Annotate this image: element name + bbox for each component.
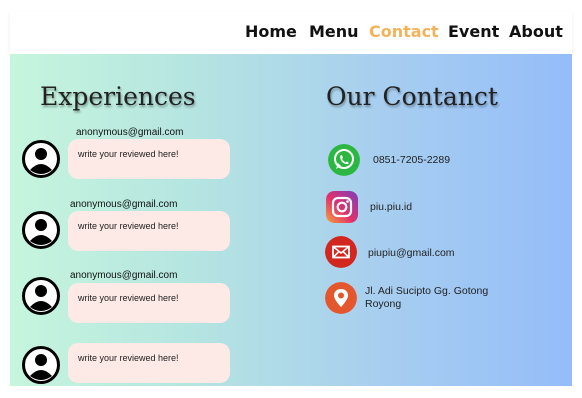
nav-event[interactable]: Event [448,22,499,41]
review-email: anonymous@gmail.com [76,127,184,138]
avatar-icon [22,277,60,315]
contact-instagram[interactable]: piu.piu.id [370,201,412,214]
review-text: write your reviewed here! [78,221,179,231]
nav-menu[interactable]: Menu [309,22,359,41]
avatar-icon [22,211,60,249]
review-email: anonymous@gmail.com [70,199,178,210]
review-bubble[interactable]: write your reviewed here! [68,139,230,179]
review-bubble[interactable]: write your reviewed here! [68,343,230,383]
review-text: write your reviewed here! [78,353,179,363]
instagram-icon[interactable] [326,191,358,223]
nav-about[interactable]: About [509,22,563,41]
avatar-icon [22,140,60,178]
experiences-title: Experiences [40,82,196,111]
nav-contact[interactable]: Contact [369,22,439,41]
contact-phone[interactable]: 0851-7205-2289 [373,154,450,167]
page: Home Menu Contact Event About Experience… [0,0,582,398]
navbar: Home Menu Contact Event About [10,12,572,54]
avatar-icon [22,346,60,384]
review-email: anonymous@gmail.com [70,270,178,281]
review-text: write your reviewed here! [78,293,179,303]
review-text: write your reviewed here! [78,149,179,159]
location-pin-icon[interactable] [325,282,357,314]
contact-address[interactable]: Jl. Adi Sucipto Gg. Gotong Royong [365,285,505,311]
whatsapp-icon[interactable] [328,144,360,176]
nav-home[interactable]: Home [245,22,297,41]
contact-title: Our Contanct [326,82,498,111]
contact-email[interactable]: piupiu@gmail.com [368,247,455,260]
mail-icon[interactable] [325,236,357,268]
review-bubble[interactable]: write your reviewed here! [68,283,230,323]
review-bubble[interactable]: write your reviewed here! [68,211,230,251]
